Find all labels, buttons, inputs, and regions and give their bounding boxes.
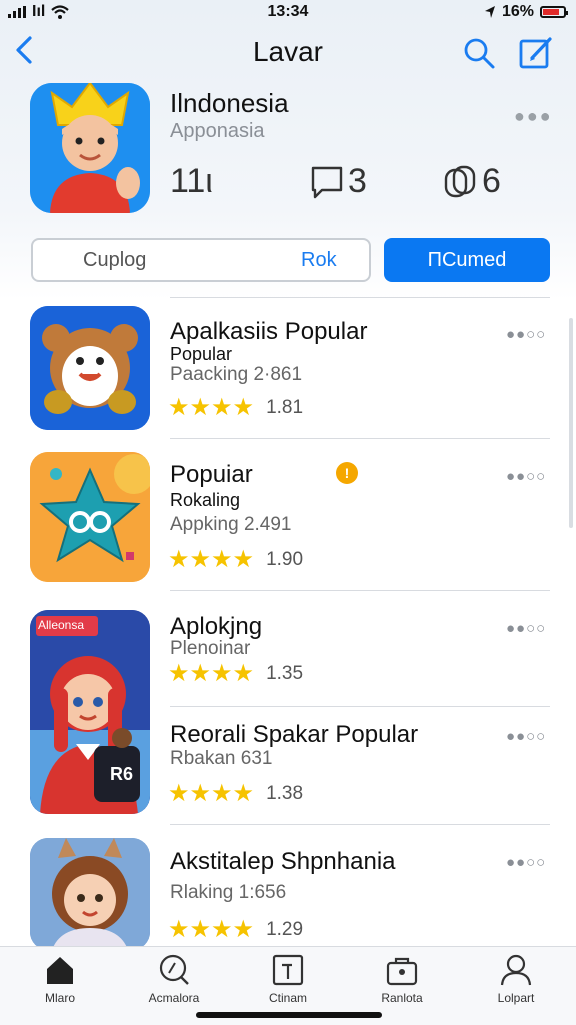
app-category: Popular: [170, 344, 233, 364]
star-icon: ★: [189, 916, 212, 943]
star-icon: ★: [211, 546, 233, 573]
comment-icon: [311, 166, 343, 198]
app-subtitle: Apponasia: [170, 120, 265, 142]
share-icon: [444, 165, 476, 197]
star-icon: ★: [168, 780, 190, 807]
app-name[interactable]: Reorali Spakar Popular: [170, 721, 418, 749]
star-rating: ★ ★ ★ ★ 1.35: [168, 662, 303, 686]
list-app-icon[interactable]: [30, 306, 150, 430]
app-name[interactable]: Akstitalep Shpnhania: [170, 848, 396, 876]
star-icon: ★: [211, 780, 233, 807]
divider: [170, 824, 550, 825]
add-square-icon: [272, 954, 304, 986]
star-rating: ★ ★ ★ ★ 1.90: [168, 548, 303, 572]
star-icon: ★: [232, 916, 255, 943]
tab-explore[interactable]: Acmalora: [124, 953, 224, 1005]
segment-group: Cuplog Rok: [31, 238, 371, 282]
app-ranking: Paacking 2·861: [170, 364, 303, 385]
star-rating: ★ ★ ★ ★ 1.29: [168, 918, 303, 942]
tab-label: Ranlota: [381, 991, 423, 1005]
tab-home[interactable]: Mlaro: [10, 953, 110, 1005]
battery-icon: [540, 6, 568, 18]
star-icon: ★: [232, 660, 255, 687]
more-options-icon[interactable]: ●●○○: [506, 728, 546, 745]
rating-value: 1.38: [266, 783, 304, 804]
stat-likes: 11ι: [170, 162, 213, 201]
rating-value: 1.81: [266, 397, 304, 418]
app-name[interactable]: Apalkasiis Popular: [170, 318, 367, 346]
app-ranking: Rbakan 631: [170, 748, 273, 769]
stat-comments-value: 3: [348, 162, 367, 200]
app-title: Ilndonesia: [170, 88, 289, 118]
star-icon: ★: [168, 916, 190, 943]
star-icon: ★: [232, 394, 255, 421]
stat-likes-value: 11ι: [170, 162, 213, 200]
app-category: Plenoinar: [170, 638, 251, 659]
star-icon: ★: [232, 546, 255, 573]
battery-percent: 16%: [501, 3, 534, 20]
icon-caption-r6: R6: [110, 764, 133, 784]
stat-shares[interactable]: 6: [442, 162, 501, 201]
tab-label: Mlaro: [44, 991, 75, 1005]
rating-value: 1.29: [266, 919, 304, 940]
scrollbar[interactable]: [569, 318, 573, 528]
search-icon[interactable]: [462, 36, 496, 70]
bag-icon: [386, 957, 418, 986]
star-icon: ★: [232, 780, 255, 807]
rating-value: 1.90: [266, 549, 304, 570]
star-icon: ★: [189, 394, 212, 421]
app-name[interactable]: Popuiar: [170, 461, 253, 489]
divider: [170, 297, 550, 298]
star-rating: ★ ★ ★ ★ 1.38: [168, 782, 303, 806]
search-icon: [159, 954, 189, 985]
more-options-icon[interactable]: ●●○○: [506, 326, 546, 343]
tab-label: Lolpart: [497, 991, 535, 1005]
star-icon: ★: [189, 546, 212, 573]
divider: [170, 438, 550, 439]
star-icon: ★: [189, 780, 212, 807]
nav-bar: Lavar: [0, 30, 576, 76]
star-icon: ★: [168, 660, 190, 687]
status-bar: Iıl 13:34 16%: [0, 0, 576, 26]
more-options-icon[interactable]: ●●○○: [506, 854, 546, 871]
divider: [170, 590, 550, 591]
notification-badge: !: [336, 462, 358, 484]
star-icon: ★: [189, 660, 212, 687]
icon-caption: Alleonsa: [38, 618, 85, 632]
tab-shop[interactable]: Ranlota: [352, 953, 452, 1005]
app-ranking: Appking 2.491: [170, 514, 292, 535]
list-app-icon[interactable]: [30, 838, 150, 950]
segment-active-button[interactable]: ПCumed: [384, 238, 550, 282]
tab-create[interactable]: Ctinam: [238, 953, 338, 1005]
star-icon: ★: [168, 546, 190, 573]
tab-label: Ctinam: [268, 991, 307, 1005]
rating-value: 1.35: [266, 663, 304, 684]
star-icon: ★: [211, 916, 233, 943]
app-icon[interactable]: [30, 83, 150, 213]
app-category: Rokaling: [170, 490, 241, 510]
person-icon: [500, 954, 532, 986]
app-ranking: Rlaking 1:656: [170, 882, 287, 903]
list-app-icon[interactable]: R6 Alleonsa: [30, 610, 150, 814]
home-indicator[interactable]: [196, 1012, 382, 1018]
star-rating: ★ ★ ★ ★ 1.81: [168, 396, 303, 420]
more-options-icon[interactable]: ●●○○: [506, 620, 546, 637]
segment-right[interactable]: Rok: [301, 249, 337, 272]
location-icon: [484, 6, 495, 18]
stat-comments[interactable]: 3: [310, 162, 367, 201]
segment-left[interactable]: Cuplog: [83, 249, 146, 272]
list-app-icon[interactable]: [30, 452, 150, 582]
star-icon: ★: [211, 394, 233, 421]
more-options-icon[interactable]: ●●○○: [506, 468, 546, 485]
tab-profile[interactable]: Lolpart: [466, 953, 566, 1005]
home-icon: [47, 957, 73, 984]
more-options-icon[interactable]: ●●●: [514, 106, 553, 127]
stat-shares-value: 6: [482, 162, 501, 200]
star-icon: ★: [211, 660, 233, 687]
divider: [170, 706, 550, 707]
tab-label: Acmalora: [148, 991, 200, 1005]
app-name[interactable]: Aplokjng: [170, 613, 262, 641]
star-icon: ★: [168, 394, 190, 421]
edit-icon[interactable]: [518, 36, 554, 70]
